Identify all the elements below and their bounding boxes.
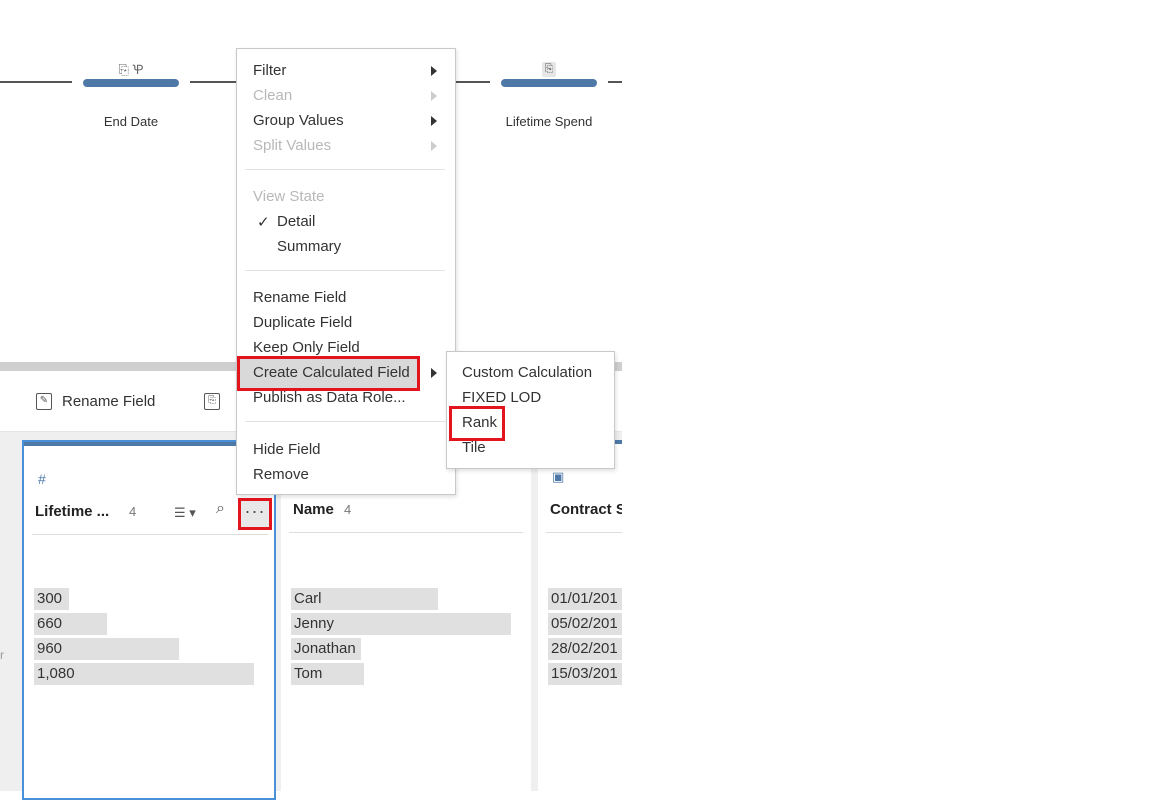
- menu-item-hide-field[interactable]: Hide Field: [253, 441, 321, 458]
- submenu-item-fixed-lod[interactable]: FIXED LOD: [462, 389, 541, 406]
- value-bar[interactable]: 28/02/201: [548, 638, 622, 660]
- menu-heading-view-state: View State: [253, 188, 325, 205]
- menu-item-keep-only-field[interactable]: Keep Only Field: [253, 339, 360, 356]
- card-title: Lifetime ...: [35, 503, 110, 520]
- field-action-button[interactable]: ⎘: [204, 393, 220, 410]
- flow-node-label: End Date: [103, 114, 159, 129]
- value-bar[interactable]: 1,080: [34, 663, 254, 685]
- submenu-arrow-icon: [431, 141, 437, 151]
- clean-icon: Ꝕ: [132, 62, 144, 77]
- sort-icon[interactable]: ☰ ▾: [174, 505, 196, 521]
- field-context-menu: Filter Clean Group Values Split Values V…: [236, 48, 456, 495]
- submenu-item-custom-calculation[interactable]: Custom Calculation: [462, 364, 592, 381]
- menu-item-split-values: Split Values: [253, 137, 332, 154]
- menu-item-remove[interactable]: Remove: [253, 466, 309, 483]
- flow-node-label: Lifetime Spend: [505, 114, 593, 129]
- menu-item-filter[interactable]: Filter: [253, 62, 286, 79]
- card-count: 4: [129, 504, 137, 519]
- flow-node-bar: [501, 79, 597, 87]
- menu-item-group-values[interactable]: Group Values: [253, 112, 344, 129]
- search-icon[interactable]: ⌕: [216, 500, 225, 518]
- flow-connector: [608, 81, 622, 83]
- value-bar[interactable]: Jonathan: [291, 638, 511, 660]
- menu-item-rename-field[interactable]: Rename Field: [253, 289, 346, 306]
- edit-icon: ✎: [36, 393, 52, 410]
- left-gutter: r: [0, 432, 20, 791]
- submenu-arrow-icon: [431, 368, 437, 378]
- menu-item-duplicate-field[interactable]: Duplicate Field: [253, 314, 352, 331]
- number-type-icon: #: [38, 471, 46, 487]
- menu-separator: [245, 270, 445, 271]
- calculated-field-submenu: Custom Calculation FIXED LOD Rank Tile: [446, 351, 615, 469]
- field-icon: ⎘: [204, 393, 220, 410]
- menu-item-create-calculated-field[interactable]: Create Calculated Field: [253, 364, 410, 381]
- check-icon: ✓: [257, 214, 270, 231]
- value-bar[interactable]: 300: [34, 588, 254, 610]
- rename-field-label: Rename Field: [62, 393, 156, 410]
- card-title: Name: [293, 501, 334, 518]
- flow-connector: [0, 81, 72, 83]
- flow-connector: [190, 81, 236, 83]
- menu-item-publish-as-data-role[interactable]: Publish as Data Role...: [253, 389, 406, 406]
- flow-node-bar: [83, 79, 179, 87]
- value-bar[interactable]: 660: [34, 613, 254, 635]
- gutter-text: r: [0, 648, 4, 662]
- submenu-arrow-icon: [431, 116, 437, 126]
- field-icon: ⎘: [118, 62, 129, 77]
- submenu-arrow-icon: [431, 66, 437, 76]
- menu-item-clean: Clean: [253, 87, 293, 104]
- submenu-arrow-icon: [431, 91, 437, 101]
- menu-separator: [245, 421, 445, 422]
- calendar-icon: ▣: [552, 469, 565, 484]
- value-bar[interactable]: 01/01/201: [548, 588, 622, 610]
- value-bar[interactable]: 960: [34, 638, 254, 660]
- value-bar[interactable]: 05/02/201: [548, 613, 622, 635]
- submenu-item-tile[interactable]: Tile: [462, 439, 486, 456]
- field-icon: ⎘: [542, 62, 556, 77]
- value-bar[interactable]: Jenny: [291, 613, 511, 635]
- submenu-item-rank[interactable]: Rank: [462, 414, 497, 431]
- card-title: Contract S: [550, 501, 622, 518]
- value-bar[interactable]: Carl: [291, 588, 511, 610]
- rename-field-button[interactable]: ✎ Rename Field: [36, 393, 155, 410]
- card-count: 4: [344, 502, 352, 517]
- menu-item-detail[interactable]: Detail: [277, 213, 315, 230]
- value-bar[interactable]: Tom: [291, 663, 511, 685]
- flow-connector: [454, 81, 490, 83]
- value-bar[interactable]: 15/03/201: [548, 663, 622, 685]
- menu-item-summary[interactable]: Summary: [277, 238, 341, 255]
- menu-separator: [245, 169, 445, 170]
- profile-card-contract-start[interactable]: ▣ Contract S 01/01/201 05/02/201 28/02/2…: [538, 440, 622, 800]
- more-options-button[interactable]: ···: [238, 498, 272, 530]
